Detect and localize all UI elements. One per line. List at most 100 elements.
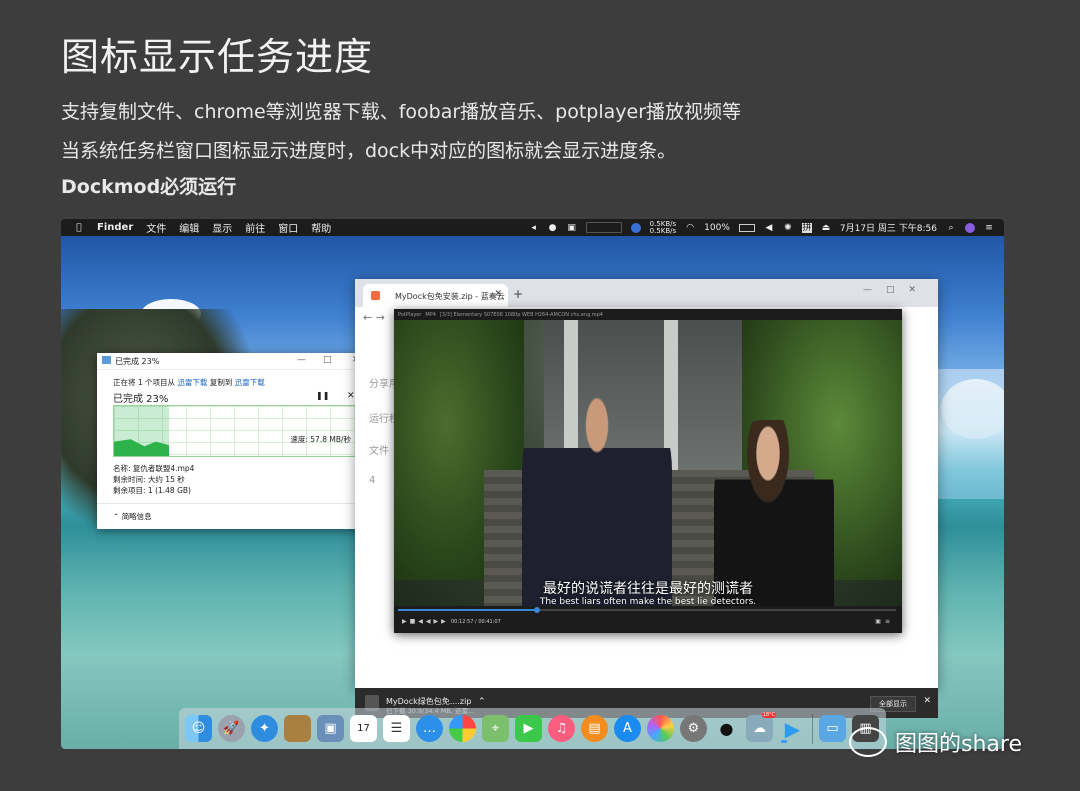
back-forward-icons[interactable]: ← → bbox=[363, 311, 385, 324]
spotlight-search-icon[interactable]: ⌕ bbox=[946, 223, 956, 233]
books-icon[interactable]: ▤ bbox=[581, 715, 608, 742]
tab-strip: MyDock包免安装.zip - 蓝奏云 ✕ + —□✕ bbox=[355, 279, 938, 307]
page-title: 图标显示任务进度 bbox=[61, 35, 374, 79]
copy-speed: 速度: 57.8 MB/秒 bbox=[290, 435, 351, 444]
photos-icon[interactable] bbox=[647, 715, 674, 742]
menu-file[interactable]: 文件 bbox=[146, 220, 166, 235]
brightness-icon[interactable]: ✺ bbox=[783, 223, 793, 233]
clock[interactable]: 7月17日 周三 下午8:56 bbox=[840, 221, 937, 234]
desktop-screenshot:  Finder 文件 编辑 显示 前往 窗口 帮助 ◂ ● ▣ 0.5KB/s… bbox=[61, 219, 1004, 749]
window-controls[interactable]: —□✕ bbox=[863, 285, 930, 295]
battery-percent: 100% bbox=[704, 222, 730, 233]
new-tab-button[interactable]: + bbox=[513, 287, 523, 301]
menu-window[interactable]: 窗口 bbox=[278, 220, 298, 235]
memory-pie-icon[interactable] bbox=[630, 222, 641, 233]
man-figure bbox=[522, 380, 672, 606]
photo-viewer-icon[interactable]: ▣ bbox=[317, 715, 344, 742]
copy-icon bbox=[102, 356, 111, 364]
watermark: 图图的share bbox=[849, 726, 1022, 758]
destination-link[interactable]: 迅雷下载 bbox=[235, 378, 265, 387]
siri-icon[interactable] bbox=[965, 222, 975, 233]
watermark-text: 图图的share bbox=[895, 732, 1022, 757]
reminders-icon[interactable]: ☰ bbox=[383, 715, 410, 742]
network-speed: 0.5KB/s 0.5KB/s bbox=[649, 219, 677, 235]
tab-title: MyDock包免安装.zip - 蓝奏云 bbox=[395, 292, 505, 301]
close-download-bar-icon[interactable]: ✕ bbox=[923, 696, 931, 706]
playback-time: 00:12:57 / 00:41:07 bbox=[451, 619, 501, 625]
volume-icon[interactable]: ◀ bbox=[764, 223, 774, 233]
facetime-icon[interactable]: ▶ bbox=[515, 715, 542, 742]
menu-edit[interactable]: 编辑 bbox=[179, 220, 199, 235]
calendar-icon[interactable]: 17 bbox=[350, 715, 377, 742]
video-frame[interactable]: 最好的说谎者往往是最好的测谎者 The best liars often mak… bbox=[394, 320, 902, 606]
close-tab-icon[interactable]: ✕ bbox=[494, 289, 502, 299]
cpu-graph-icon[interactable] bbox=[585, 222, 622, 233]
subtitle-english: The best liars often make the best lie d… bbox=[539, 597, 757, 606]
potplayer-window: PotPlayer MP4 [3/3] Elementary S07E08 10… bbox=[394, 309, 902, 633]
dialog-titlebar: 已完成 23% — □ ✕ bbox=[97, 353, 372, 370]
chevron-up-icon: ⌃ bbox=[113, 512, 120, 521]
safari-icon[interactable]: ✦ bbox=[251, 715, 278, 742]
finder-icon[interactable]: ☺ bbox=[185, 715, 212, 742]
maximize-button[interactable]: □ bbox=[323, 355, 332, 365]
seek-knob[interactable] bbox=[534, 607, 541, 613]
page-text-4: 4 bbox=[369, 475, 376, 486]
player-option-icons[interactable]: ▣≡ bbox=[875, 618, 894, 625]
chevron-up-icon[interactable]: ⌃ bbox=[478, 697, 486, 707]
file-name: 名称: 复仇者联盟4.mp4 bbox=[113, 464, 195, 473]
browser-tab[interactable]: MyDock包免安装.zip - 蓝奏云 ✕ bbox=[363, 284, 508, 307]
dock-separator bbox=[812, 713, 813, 744]
menu-go[interactable]: 前往 bbox=[245, 220, 265, 235]
dialog-title: 已完成 23% bbox=[115, 356, 160, 366]
minimize-button[interactable]: — bbox=[297, 355, 306, 365]
menu-help[interactable]: 帮助 bbox=[311, 220, 331, 235]
notification-center-icon[interactable]: ≡ bbox=[984, 223, 994, 233]
tray-app-icon[interactable]: ▣ bbox=[567, 223, 577, 233]
qq-icon[interactable]: ● bbox=[713, 715, 740, 742]
eject-icon[interactable]: ⏏ bbox=[821, 223, 831, 233]
app-store-icon[interactable]: A bbox=[614, 715, 641, 742]
input-method-icon[interactable]: 拼 bbox=[801, 222, 812, 233]
copy-description: 正在将 1 个项目从 迅雷下载 复制到 迅雷下载 bbox=[113, 378, 265, 387]
wechat-icon bbox=[849, 727, 887, 757]
clouds-right bbox=[934, 369, 1004, 499]
weather-icon[interactable]: ☁ 18°C bbox=[746, 712, 776, 742]
wifi-icon[interactable]: ◠ bbox=[685, 223, 695, 233]
description-line-3: Dockmod必须运行 bbox=[61, 176, 237, 198]
page-text-3: 文件 bbox=[369, 446, 389, 457]
qq-tray-icon[interactable]: ● bbox=[548, 223, 558, 233]
folder-icon[interactable]: ▭ bbox=[819, 715, 846, 742]
less-info-toggle[interactable]: ⌃ 简略信息 bbox=[113, 511, 152, 522]
potplayer-dock-icon[interactable]: ▶ bbox=[779, 715, 806, 743]
player-app-name[interactable]: PotPlayer bbox=[398, 312, 421, 318]
source-link[interactable]: 迅雷下载 bbox=[177, 378, 207, 387]
copy-info: 名称: 复仇者联盟4.mp4 剩余时间: 大约 15 秒 剩余项目: 1 (1.… bbox=[113, 463, 194, 496]
notes-book-icon[interactable] bbox=[284, 715, 311, 742]
maps-icon[interactable]: ⌖ bbox=[482, 715, 509, 742]
time-left: 剩余时间: 大约 15 秒 bbox=[113, 475, 185, 484]
status-area: ◂ ● ▣ 0.5KB/s 0.5KB/s ◠ 100% ◀ ✺ 拼 ⏏ 7月17… bbox=[529, 219, 994, 236]
player-filename: [3/3] Elementary S07E08 1080p WEB H264-A… bbox=[439, 311, 603, 318]
divider bbox=[97, 503, 372, 504]
system-preferences-icon[interactable]: ⚙ bbox=[680, 715, 707, 742]
mac-menubar:  Finder 文件 编辑 显示 前往 窗口 帮助 ◂ ● ▣ 0.5KB/s… bbox=[61, 219, 1004, 236]
playback-buttons[interactable]: ▶■◀◀▶▶ bbox=[402, 618, 449, 625]
player-controls: ▶■◀◀▶▶ 00:12:57 / 00:41:07 ▣≡ bbox=[394, 606, 902, 633]
menu-finder[interactable]: Finder bbox=[97, 222, 133, 233]
player-format: MP4 bbox=[425, 311, 436, 318]
battery-icon[interactable] bbox=[738, 223, 755, 232]
pause-button[interactable]: ❚❚ bbox=[316, 391, 329, 400]
colorful-app-icon[interactable] bbox=[449, 715, 476, 742]
music-icon[interactable]: ♫ bbox=[548, 715, 575, 742]
dock-progress-bar bbox=[781, 740, 788, 743]
launchpad-icon[interactable]: 🚀 bbox=[218, 715, 245, 742]
player-titlebar: PotPlayer MP4 [3/3] Elementary S07E08 10… bbox=[394, 309, 902, 320]
cancel-copy-button[interactable]: ✕ bbox=[347, 391, 355, 401]
apple-icon[interactable]:  bbox=[74, 223, 84, 233]
seek-bar[interactable] bbox=[398, 607, 896, 613]
menu-view[interactable]: 显示 bbox=[212, 220, 232, 235]
description-line-1: 支持复制文件、chrome等浏览器下载、foobar播放音乐、potplayer… bbox=[61, 101, 742, 123]
weather-badge: 18°C bbox=[761, 712, 776, 718]
location-arrow-icon[interactable]: ◂ bbox=[529, 223, 539, 233]
messages-icon[interactable]: … bbox=[416, 715, 443, 742]
